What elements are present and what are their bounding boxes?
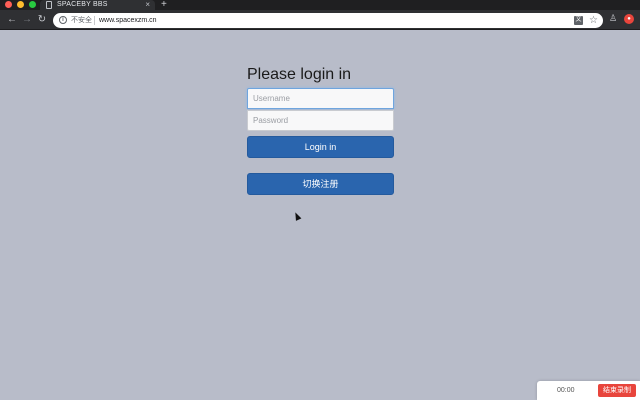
switch-register-button[interactable]: 切换注册 — [247, 173, 394, 195]
extension-icon[interactable]: ♙ — [609, 14, 617, 23]
forward-icon[interactable]: → — [21, 10, 33, 30]
close-window-icon[interactable] — [5, 1, 12, 8]
minimize-window-icon[interactable] — [17, 1, 24, 8]
screen-recorder-widget: 00:00 结束录制 — [537, 381, 640, 400]
browser-tab-bar: SPACEBY BBS × + — [0, 0, 640, 10]
login-form: Please login in Login in 切换注册 — [247, 66, 394, 195]
address-bar[interactable]: i 不安全 www.spacexzm.cn 文 ☆ — [53, 13, 603, 28]
password-input[interactable] — [247, 110, 394, 131]
username-input[interactable] — [247, 88, 394, 109]
page-title: Please login in — [247, 66, 352, 83]
login-button[interactable]: Login in — [247, 136, 394, 158]
security-label[interactable]: 不安全 — [71, 13, 92, 28]
tab-close-icon[interactable]: × — [145, 0, 150, 10]
back-icon[interactable]: ← — [6, 10, 18, 30]
address-divider — [94, 16, 95, 25]
info-icon[interactable]: i — [59, 16, 67, 24]
recording-timer: 00:00 — [557, 387, 575, 394]
translate-icon[interactable]: 文 — [574, 16, 583, 25]
page-icon — [46, 1, 52, 9]
stop-recording-button[interactable]: 结束录制 — [598, 384, 636, 397]
bookmark-star-icon[interactable]: ☆ — [589, 13, 598, 28]
maximize-window-icon[interactable] — [29, 1, 36, 8]
mouse-cursor-icon — [292, 211, 302, 221]
tab-title: SPACEBY BBS — [57, 1, 108, 8]
profile-avatar-icon[interactable]: ● — [624, 14, 634, 24]
url-text[interactable]: www.spacexzm.cn — [99, 13, 157, 28]
browser-tab[interactable]: SPACEBY BBS × — [40, 0, 155, 10]
browser-toolbar: ← → ↻ i 不安全 www.spacexzm.cn 文 ☆ — [0, 10, 640, 30]
new-tab-icon[interactable]: + — [161, 0, 167, 10]
reload-icon[interactable]: ↻ — [36, 10, 48, 30]
